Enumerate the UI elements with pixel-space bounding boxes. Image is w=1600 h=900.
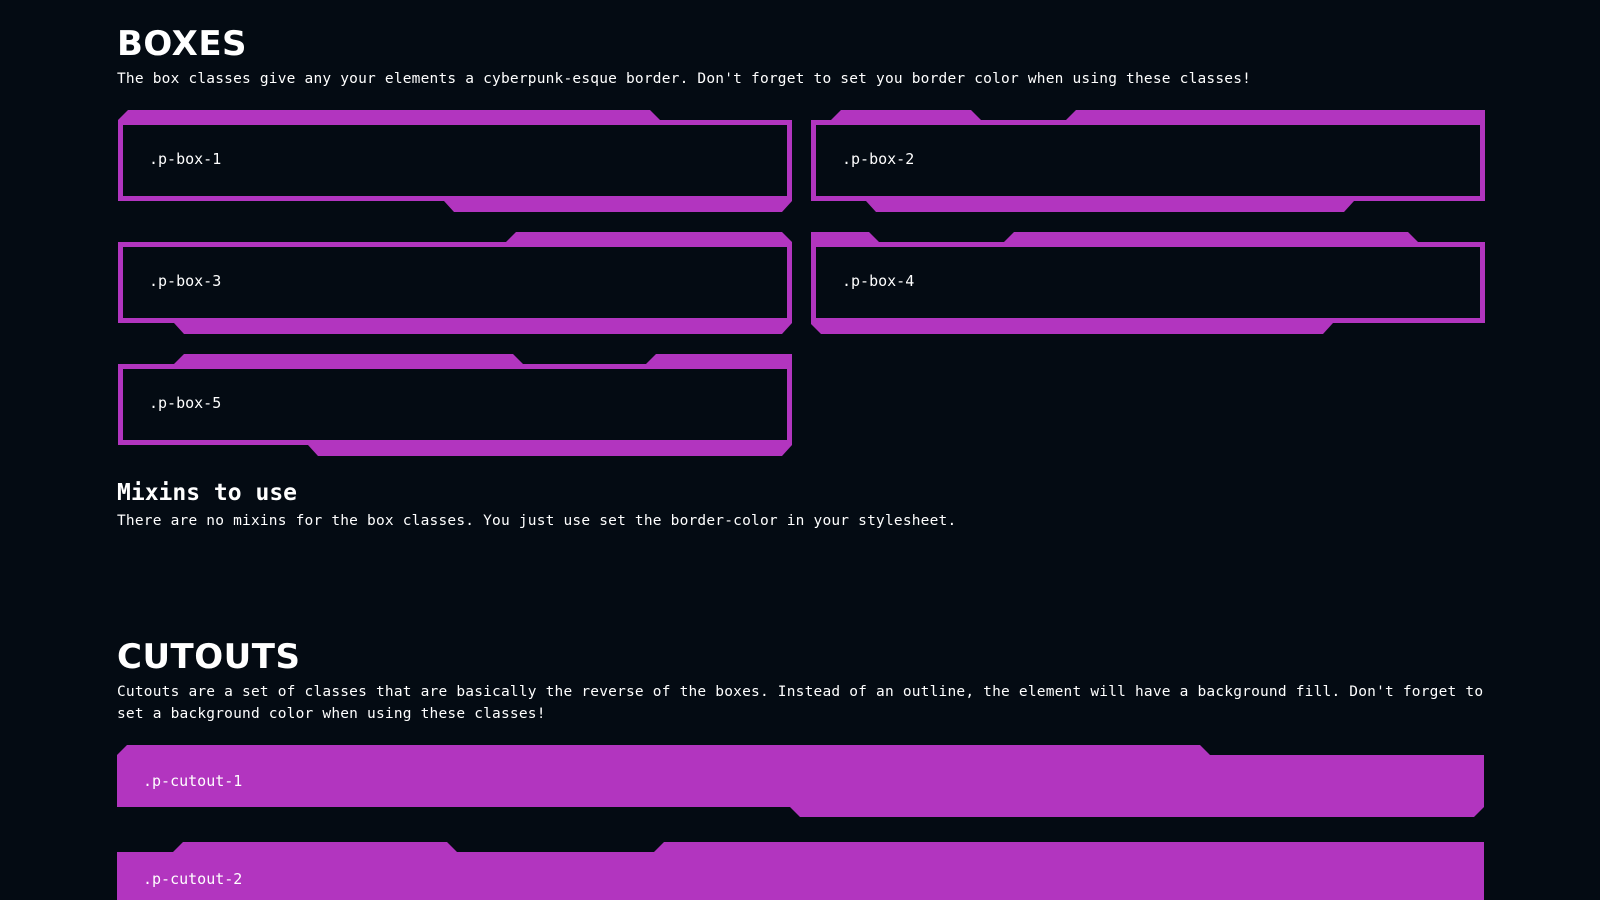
p-box-2-label: .p-box-2 (842, 150, 915, 168)
p-cutout-2: .p-cutout-2 (117, 842, 1484, 900)
p-box-5: .p-box-5 (118, 354, 792, 456)
boxes-heading: BOXES (117, 24, 248, 64)
boxes-description: The box classes give any your elements a… (117, 71, 1252, 87)
p-box-2: .p-box-2 (811, 110, 1485, 212)
p-cutout-1: .p-cutout-1 (117, 745, 1484, 817)
p-box-4-label: .p-box-4 (842, 272, 915, 290)
p-cutout-1-label: .p-cutout-1 (143, 772, 243, 790)
p-box-1-label: .p-box-1 (149, 150, 222, 168)
p-cutout-2-shape (117, 842, 1484, 900)
cutouts-description: Cutouts are a set of classes that are ba… (117, 684, 1484, 722)
cutouts-heading: CUTOUTS (117, 637, 301, 677)
mixins-description: There are no mixins for the box classes.… (117, 513, 957, 529)
p-box-1: .p-box-1 (118, 110, 792, 212)
p-box-4: .p-box-4 (811, 232, 1485, 334)
p-box-5-label: .p-box-5 (149, 394, 222, 412)
p-cutout-2-label: .p-cutout-2 (143, 870, 243, 888)
p-cutout-1-shape (117, 745, 1484, 817)
p-box-3: .p-box-3 (118, 232, 792, 334)
mixins-heading: Mixins to use (117, 480, 298, 506)
p-box-3-label: .p-box-3 (149, 272, 222, 290)
